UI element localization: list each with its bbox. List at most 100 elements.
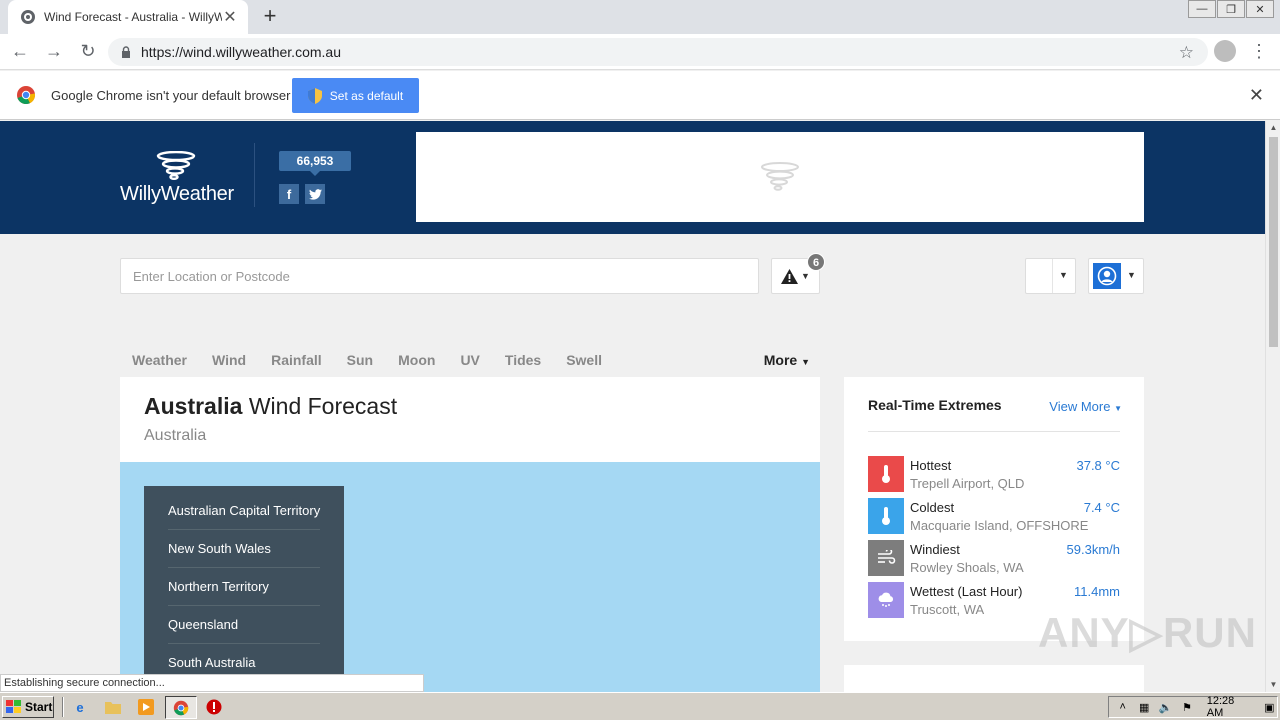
site-header: WillyWeather 66,953 f [0,121,1265,234]
nav-item-swell[interactable]: Swell [566,347,602,377]
anyrun-watermark: ANY▷RUN [1038,609,1257,656]
volume-icon[interactable]: 🔈 [1158,699,1173,715]
twitter-bird-icon [308,188,322,200]
extreme-value: 11.4mm [1074,584,1120,599]
extreme-place: Trepell Airport, QLD [910,476,1025,491]
alerts-count-badge: 6 [807,253,825,271]
extreme-label: Windiest [910,542,960,557]
more-label: More [763,352,798,368]
internet-explorer-icon[interactable]: e [71,698,89,716]
forward-arrow-icon[interactable]: → [40,38,68,66]
show-desktop-icon[interactable]: ▣ [1262,699,1277,715]
units-divider [1052,259,1053,293]
user-avatar-icon [1093,263,1121,289]
chevron-down-icon: ▼ [801,357,810,367]
facebook-icon[interactable]: f [279,184,299,204]
chrome-menu-icon[interactable]: ⋮ [1250,40,1268,64]
extreme-place: Macquarie Island, OFFSHORE [910,518,1089,533]
nav-item-wind[interactable]: Wind [212,347,246,377]
scroll-down-arrow-icon[interactable]: ▼ [1266,678,1280,692]
thermometer-cold-icon [868,498,904,534]
view-more-label: View More [1049,399,1111,414]
wind-icon [868,540,904,576]
reload-icon[interactable]: ↻ [74,38,102,66]
nav-more-button[interactable]: More ▼ [764,347,810,375]
nav-item-sun[interactable]: Sun [347,347,373,377]
restore-icon[interactable]: ❐ [1217,0,1245,18]
extreme-windiest[interactable]: Windiest Rowley Shoals, WA 59.3km/h [868,540,1120,576]
state-link-qld[interactable]: Queensland [168,606,320,644]
profile-avatar-icon[interactable] [1214,40,1236,62]
units-dropdown-button[interactable]: ▼ [1025,258,1076,294]
back-arrow-icon[interactable]: ← [6,38,34,66]
page-scrollbar[interactable]: ▲ ▼ [1265,121,1280,692]
advertisement-banner[interactable] [416,132,1144,222]
start-button[interactable]: Start [2,696,54,718]
secondary-side-card [844,665,1144,692]
chevron-down-icon: ▼ [1127,270,1136,280]
logo-text: WillyWeather [120,183,234,205]
social-follower-count: 66,953 [279,151,351,176]
tab-close-icon[interactable]: ✕ [222,7,238,27]
bookmark-star-icon[interactable]: ☆ [1179,43,1194,63]
taskbar-separator [62,697,64,717]
media-player-icon[interactable] [137,698,155,716]
new-tab-button[interactable]: + [258,5,282,29]
tray-expand-icon[interactable]: ˄ [1115,699,1130,715]
minimize-icon[interactable]: — [1188,0,1216,18]
extreme-label: Hottest [910,458,952,473]
view-more-link[interactable]: View More ▼ [1049,399,1122,414]
extreme-place: Truscott, WA [910,602,985,617]
extreme-label: Wettest (Last Hour) [910,584,1023,599]
tornado-logo-icon [156,151,196,181]
twitter-icon[interactable] [305,184,325,204]
globe-icon [21,10,35,24]
address-bar[interactable]: https://wind.willyweather.com.au ☆ [108,38,1208,66]
state-link-act[interactable]: Australian Capital Territory [168,492,320,530]
flag-icon[interactable]: ⚑ [1179,699,1194,715]
chrome-logo-icon [173,700,189,715]
chrome-logo-icon [17,86,36,105]
extreme-value: 37.8 °C [1076,458,1120,473]
warning-triangle-icon [781,268,799,284]
nav-item-rainfall[interactable]: Rainfall [271,347,322,377]
extreme-place: Rowley Shoals, WA [910,560,1024,575]
close-window-icon[interactable]: ✕ [1246,0,1274,18]
tab-title: Wind Forecast - Australia - WillyWea [44,10,222,24]
extreme-coldest[interactable]: Coldest Macquarie Island, OFFSHORE 7.4 °… [868,498,1120,534]
wind-map-area[interactable]: Australian Capital Territory New South W… [120,462,820,692]
header-divider [254,143,255,207]
rain-cloud-icon [868,582,904,618]
extreme-hottest[interactable]: Hottest Trepell Airport, QLD 37.8 °C [868,456,1120,492]
scroll-up-arrow-icon[interactable]: ▲ [1266,121,1280,135]
browser-tab-active[interactable]: Wind Forecast - Australia - WillyWea ✕ [8,0,248,34]
account-dropdown-button[interactable]: ▼ [1088,258,1144,294]
taskbar-chrome-button[interactable] [165,696,197,719]
set-default-button[interactable]: Set as default [292,78,419,113]
page-subtitle: Australia [144,427,207,444]
windows-taskbar: Start e ˄ ▦ 🔈 ⚑ 12:28 AM ▣ [0,692,1280,720]
url-text: https://wind.willyweather.com.au [141,44,341,60]
location-search-input[interactable] [120,258,759,294]
network-icon[interactable]: ▦ [1136,699,1151,715]
file-explorer-icon[interactable] [104,698,122,716]
willyweather-logo[interactable]: WillyWeather [120,151,234,206]
nav-item-uv[interactable]: UV [460,347,479,377]
nav-item-moon[interactable]: Moon [398,347,435,377]
default-browser-infobar: Google Chrome isn't your default browser… [0,71,1280,120]
page-title-location: Australia [144,393,243,419]
nav-item-weather[interactable]: Weather [132,347,187,377]
extreme-value: 59.3km/h [1066,542,1120,557]
browser-toolbar: ← → ↻ https://wind.willyweather.com.au ☆ [0,34,1280,70]
uac-shield-icon [307,87,322,104]
scrollbar-thumb[interactable] [1269,137,1278,347]
state-link-nsw[interactable]: New South Wales [168,530,320,568]
state-link-nt[interactable]: Northern Territory [168,568,320,606]
nav-item-tides[interactable]: Tides [505,347,541,377]
security-alert-icon[interactable] [205,698,223,716]
thermometer-hot-icon [868,456,904,492]
taskbar-clock[interactable]: 12:28 AM [1207,695,1252,719]
set-default-label: Set as default [329,88,404,103]
extreme-label: Coldest [910,500,955,515]
infobar-close-icon[interactable]: ✕ [1249,85,1264,106]
